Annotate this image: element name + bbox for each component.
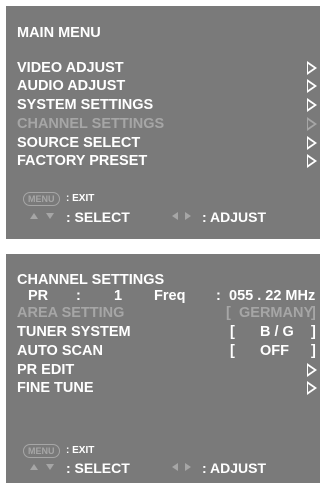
channel-settings-panel: CHANNEL SETTINGS PR : 1 Freq : 055 . 22 … bbox=[6, 254, 320, 483]
row-label: TUNER SYSTEM bbox=[17, 324, 131, 340]
select-hint: : SELECT bbox=[66, 460, 130, 476]
area-setting-value: GERMANY bbox=[239, 305, 314, 321]
adjust-hint: : ADJUST bbox=[202, 460, 267, 476]
right-arrow-icon bbox=[185, 463, 191, 471]
menu-item-label: SYSTEM SETTINGS bbox=[17, 97, 154, 113]
main-menu-panel: MAIN MENU VIDEO ADJUST AUDIO ADJUST SYST… bbox=[6, 6, 320, 239]
row-label: AREA SETTING bbox=[17, 305, 125, 321]
right-triangle-icon bbox=[307, 381, 317, 395]
menu-item-label: AUDIO ADJUST bbox=[17, 78, 126, 94]
freq-label: Freq bbox=[154, 288, 186, 304]
right-arrow-icon bbox=[185, 212, 191, 220]
right-bracket: ] bbox=[311, 305, 316, 321]
freq-separator: : bbox=[216, 288, 221, 304]
menu-item-label: FACTORY PRESET bbox=[17, 153, 148, 169]
pr-separator: : bbox=[76, 288, 81, 304]
up-arrow-icon bbox=[30, 464, 38, 470]
tuner-system-value: B / G bbox=[260, 324, 294, 340]
menu-key-icon: MENU bbox=[23, 444, 60, 458]
pr-value: 1 bbox=[114, 288, 123, 304]
menu-item-label: PR EDIT bbox=[17, 362, 75, 378]
right-triangle-icon bbox=[307, 154, 317, 168]
down-arrow-icon bbox=[46, 464, 54, 470]
right-triangle-icon bbox=[307, 79, 317, 93]
right-triangle-icon bbox=[307, 117, 317, 131]
left-bracket: [ bbox=[230, 343, 235, 359]
main-menu-title: MAIN MENU bbox=[17, 25, 101, 41]
freq-value: 055 . 22 MHz bbox=[229, 288, 316, 304]
exit-hint: : EXIT bbox=[66, 193, 95, 204]
menu-item-label: FINE TUNE bbox=[17, 380, 94, 396]
pr-label: PR bbox=[28, 288, 49, 304]
left-bracket: [ bbox=[230, 324, 235, 340]
right-triangle-icon bbox=[307, 363, 317, 377]
select-hint: : SELECT bbox=[66, 209, 130, 225]
row-label: AUTO SCAN bbox=[17, 343, 103, 359]
left-arrow-icon bbox=[172, 463, 178, 471]
menu-item-label: SOURCE SELECT bbox=[17, 135, 141, 151]
left-bracket: [ bbox=[226, 305, 231, 321]
right-bracket: ] bbox=[311, 324, 316, 340]
menu-item-label: VIDEO ADJUST bbox=[17, 60, 124, 76]
channel-settings-title: CHANNEL SETTINGS bbox=[17, 272, 165, 288]
adjust-hint: : ADJUST bbox=[202, 209, 267, 225]
right-triangle-icon bbox=[307, 61, 317, 75]
auto-scan-value: OFF bbox=[260, 343, 289, 359]
left-arrow-icon bbox=[172, 212, 178, 220]
down-arrow-icon bbox=[46, 213, 54, 219]
exit-hint: : EXIT bbox=[66, 445, 95, 456]
menu-item-label: CHANNEL SETTINGS bbox=[17, 116, 165, 132]
right-triangle-icon bbox=[307, 98, 317, 112]
up-arrow-icon bbox=[30, 213, 38, 219]
right-triangle-icon bbox=[307, 136, 317, 150]
right-bracket: ] bbox=[311, 343, 316, 359]
menu-key-icon: MENU bbox=[23, 192, 60, 206]
